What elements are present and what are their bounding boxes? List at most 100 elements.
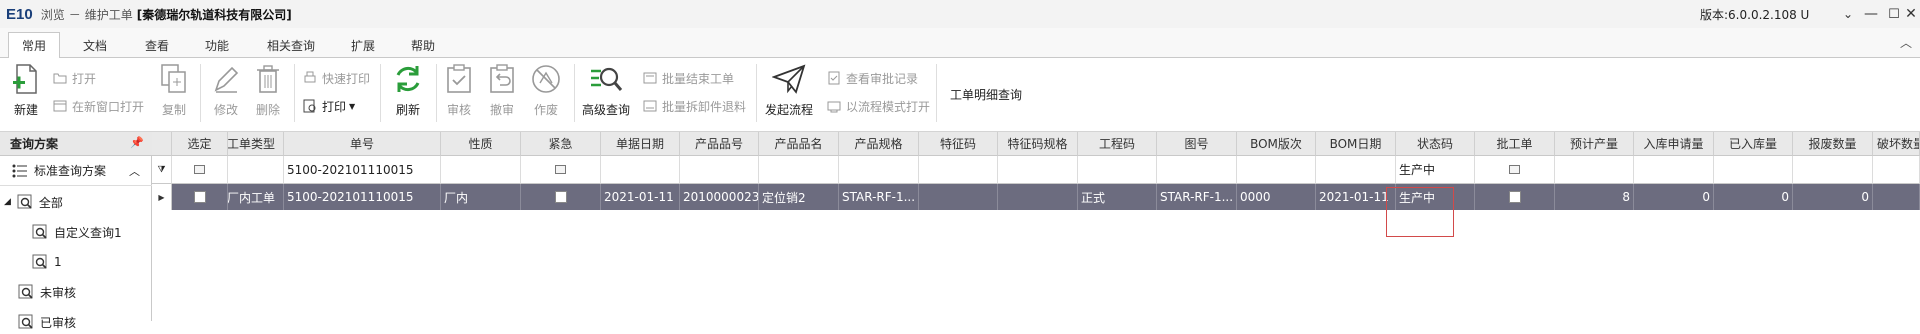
filter-cell[interactable] (1157, 156, 1237, 184)
table-cell-project-code[interactable]: 正式 (1078, 184, 1157, 210)
edit-button[interactable]: 修改 (204, 62, 248, 124)
filter-cell[interactable] (759, 156, 839, 184)
column-header[interactable]: 选定 (172, 132, 228, 156)
table-cell-drawing-no[interactable]: STAR-RF-1... (1157, 184, 1237, 210)
view-approval-button[interactable]: 查看审批记录 (826, 68, 918, 88)
column-header[interactable]: 产品规格 (839, 132, 919, 156)
batch-split-button[interactable]: 批量拆卸件退料 (642, 96, 746, 116)
new-button[interactable]: 新建 (4, 62, 48, 124)
filter-cell[interactable] (919, 156, 998, 184)
tab-extension[interactable]: 扩展 (340, 32, 386, 58)
column-header[interactable]: 单号 (284, 132, 441, 156)
tree-item-1[interactable]: 1 (32, 250, 62, 274)
table-cell-stocked-qty[interactable]: 0 (1714, 184, 1793, 210)
table-cell-product-name[interactable]: 定位销2 (759, 184, 839, 210)
table-cell-order-type[interactable]: 厂内工单 (228, 184, 284, 210)
refresh-button[interactable]: 刷新 (386, 62, 430, 124)
table-cell-urgent[interactable] (521, 184, 601, 210)
table-cell-doc-date[interactable]: 2021-01-11 (601, 184, 680, 210)
tree-item-reviewed[interactable]: 已审核 (18, 310, 76, 334)
filter-cell[interactable] (1316, 156, 1396, 184)
window-options-icon[interactable]: ⌄ (1836, 0, 1860, 28)
tab-document[interactable]: 文档 (70, 32, 120, 58)
filter-cell[interactable] (680, 156, 759, 184)
detail-query-button[interactable]: 工单明细查询 (950, 84, 1022, 104)
start-process-button[interactable]: 发起流程 (762, 62, 816, 124)
filter-doc-no[interactable]: 5100-202101110015 (284, 156, 441, 184)
quick-print-button[interactable]: 快速打印 (302, 68, 370, 88)
table-cell-nature[interactable]: 厂内 (441, 184, 521, 210)
table-cell-bom-version[interactable]: 0000 (1237, 184, 1316, 210)
column-header[interactable]: 单据日期 (601, 132, 680, 156)
print-dropdown-button[interactable]: 打印 ▼ (302, 96, 355, 116)
copy-button[interactable]: 复制 (152, 62, 196, 124)
tree-item-all[interactable]: ◢ 全部 (4, 190, 63, 214)
open-button[interactable]: 打开 (52, 68, 96, 88)
column-header[interactable]: 工程码 (1078, 132, 1157, 156)
tab-function[interactable]: 功能 (192, 32, 242, 58)
filter-cell[interactable] (1634, 156, 1714, 184)
filter-status[interactable]: 生产中 (1396, 156, 1475, 184)
table-cell-feature-code[interactable] (919, 184, 998, 210)
filter-batch-checkbox[interactable] (1475, 156, 1555, 184)
close-button[interactable]: ✕ (1899, 0, 1920, 28)
pin-icon[interactable]: 📌 (130, 136, 144, 149)
filter-cell[interactable] (1555, 156, 1634, 184)
filter-cell[interactable] (1873, 156, 1920, 184)
advanced-query-button[interactable]: 高级查询 (580, 62, 632, 124)
column-header[interactable]: 性质 (441, 132, 521, 156)
tab-help[interactable]: 帮助 (400, 32, 446, 58)
column-header[interactable]: 已入库量 (1714, 132, 1793, 156)
column-header[interactable]: 特征码 (919, 132, 998, 156)
table-cell-batch[interactable] (1475, 184, 1555, 210)
process-open-button[interactable]: 以流程模式打开 (826, 96, 930, 116)
column-header[interactable]: 预计产量 (1555, 132, 1634, 156)
column-header[interactable]: 入库申请量 (1634, 132, 1714, 156)
column-header[interactable]: 图号 (1157, 132, 1237, 156)
column-header[interactable]: 工单类型 (228, 132, 284, 156)
filter-nature[interactable] (441, 156, 521, 184)
column-header[interactable]: BOM日期 (1316, 132, 1396, 156)
table-cell-damage-qty[interactable] (1873, 184, 1920, 210)
filter-cell[interactable] (998, 156, 1078, 184)
table-cell-doc-no[interactable]: 5100-202101110015 (284, 184, 441, 210)
batch-close-button[interactable]: 批量结束工单 (642, 68, 734, 88)
filter-select-checkbox[interactable] (172, 156, 228, 184)
table-cell-stock-request-qty[interactable]: 0 (1634, 184, 1714, 210)
column-header[interactable]: BOM版次 (1237, 132, 1316, 156)
filter-order-type[interactable] (228, 156, 284, 184)
table-cell-scrap-qty[interactable]: 0 (1793, 184, 1873, 210)
filter-urgent-checkbox[interactable] (521, 156, 601, 184)
review-button[interactable]: 审核 (437, 62, 481, 124)
filter-cell[interactable] (1714, 156, 1793, 184)
table-cell-product-no[interactable]: 2010000023 (680, 184, 759, 210)
tab-view[interactable]: 查看 (132, 32, 182, 58)
column-header[interactable]: 产品品名 (759, 132, 839, 156)
tree-item-custom-query[interactable]: 自定义查询1 (32, 220, 122, 244)
void-button[interactable]: 作废 (524, 62, 568, 124)
tab-related-query[interactable]: 相关查询 (256, 32, 326, 58)
filter-cell[interactable] (1793, 156, 1873, 184)
column-header[interactable]: 破坏数量 (1873, 132, 1920, 156)
table-cell-spec[interactable]: STAR-RF-1... (839, 184, 919, 210)
tree-item-unreviewed[interactable]: 未审核 (18, 280, 76, 304)
column-header[interactable]: 特征码规格 (998, 132, 1078, 156)
minimize-button[interactable]: — (1859, 0, 1883, 28)
scheme-selector[interactable]: 标准查询方案 ︿ (0, 156, 152, 186)
row-pointer-icon[interactable]: ▶ (152, 184, 172, 210)
open-new-window-button[interactable]: 在新窗口打开 (52, 96, 144, 116)
column-header[interactable]: 紧急 (521, 132, 601, 156)
tab-common[interactable]: 常用 (8, 32, 60, 59)
table-cell-feature-spec[interactable] (998, 184, 1078, 210)
collapse-ribbon-icon[interactable]: ︿ (1900, 34, 1912, 51)
delete-button[interactable]: 删除 (246, 62, 290, 124)
filter-cell[interactable] (601, 156, 680, 184)
column-header[interactable]: 状态码 (1396, 132, 1475, 156)
table-row-select[interactable] (172, 184, 228, 210)
unreview-button[interactable]: 撤审 (480, 62, 524, 124)
table-cell-bom-date[interactable]: 2021-01-11 (1316, 184, 1396, 210)
column-header[interactable]: 产品品号 (680, 132, 759, 156)
filter-cell[interactable] (1078, 156, 1157, 184)
column-header[interactable]: 报废数量 (1793, 132, 1873, 156)
table-cell-planned-qty[interactable]: 8 (1555, 184, 1634, 210)
